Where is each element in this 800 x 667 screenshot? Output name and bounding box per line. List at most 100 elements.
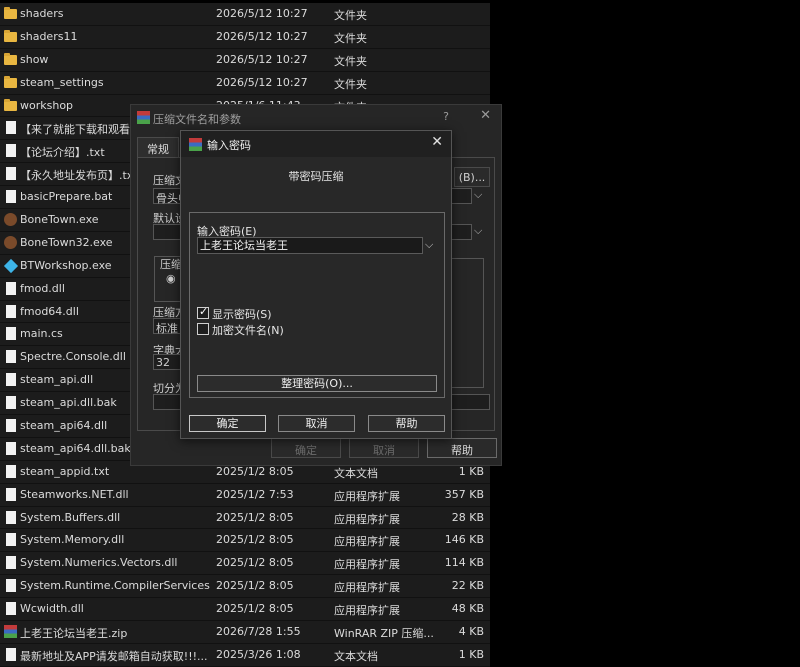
- text-file-icon: [6, 419, 16, 433]
- file-size: 28 KB: [451, 510, 484, 524]
- file-row[interactable]: shaders 2026/5/12 10:27 文件夹: [0, 3, 490, 26]
- file-size: 48 KB: [451, 602, 484, 616]
- close-icon[interactable]: ✕: [480, 108, 491, 123]
- file-name: System.Memory.dll: [20, 533, 125, 547]
- file-name: System.Buffers.dll: [20, 510, 121, 524]
- app-exe-icon: [4, 213, 17, 227]
- archive-name-dropdown[interactable]: [450, 188, 472, 204]
- workshop-exe-icon: [3, 258, 19, 273]
- file-type: 应用程序扩展: [334, 512, 400, 526]
- tab-general[interactable]: 常规: [137, 137, 179, 157]
- text-file-icon: [6, 327, 16, 341]
- split-field[interactable]: [153, 394, 183, 410]
- text-file-icon: [6, 190, 16, 204]
- text-file-icon: [6, 121, 16, 135]
- file-name: 上老王论坛当老王.zip: [20, 627, 128, 641]
- dict-value: 32: [156, 356, 170, 369]
- file-date: 2025/1/2 8:05: [216, 602, 294, 616]
- file-name: shaders: [20, 7, 64, 20]
- file-row[interactable]: 最新地址及APP请发邮箱自动获取!!!... 2025/3/26 1:08 文本文档…: [0, 643, 490, 667]
- text-file-icon: [6, 647, 16, 661]
- file-size: 1 KB: [458, 647, 484, 661]
- app-exe-icon: [4, 235, 17, 249]
- default-profile-field[interactable]: [153, 224, 183, 240]
- file-date: 2025/1/2 8:05: [216, 533, 294, 547]
- show-password-label[interactable]: 显示密码(S): [212, 306, 272, 322]
- encrypt-filenames-checkbox[interactable]: [197, 323, 209, 335]
- archive-cancel-button[interactable]: 取消: [349, 438, 419, 458]
- file-type: 应用程序扩展: [334, 581, 400, 595]
- file-row[interactable]: show 2026/5/12 10:27 文件夹: [0, 48, 490, 72]
- archive-dialog-title: 压缩文件名和参数: [153, 113, 241, 126]
- password-dialog-titlebar: 输入密码 ✕: [181, 131, 451, 157]
- chevron-down-icon: ⌵: [474, 224, 483, 237]
- text-file-icon: [6, 167, 16, 181]
- text-file-icon: [6, 487, 16, 501]
- text-file-icon: [6, 510, 16, 524]
- file-name: Wcwidth.dll: [20, 602, 84, 616]
- file-name: System.Numerics.Vectors.dll: [20, 556, 178, 570]
- file-date: 2025/3/26 1:08: [216, 647, 301, 661]
- encrypt-filenames-label[interactable]: 加密文件名(N): [212, 322, 284, 338]
- file-type: 文本文档: [334, 466, 378, 480]
- folder-icon: [4, 98, 17, 111]
- file-row[interactable]: System.Runtime.CompilerServices.Un... 202…: [0, 575, 490, 599]
- file-size: 114 KB: [444, 556, 484, 570]
- file-name: show: [20, 52, 49, 66]
- ok-button[interactable]: 确定: [189, 415, 266, 432]
- file-row[interactable]: steam_settings 2026/5/12 10:27 文件夹: [0, 71, 490, 95]
- text-file-icon: [6, 350, 16, 364]
- chevron-down-icon[interactable]: ⌵: [425, 238, 433, 252]
- profile-dropdown[interactable]: [450, 224, 472, 240]
- text-file-icon: [6, 441, 16, 455]
- browse-button[interactable]: (B)...: [454, 167, 490, 187]
- cancel-button[interactable]: 取消: [278, 415, 355, 432]
- password-dialog-title: 输入密码: [207, 139, 251, 152]
- radio-icon[interactable]: ◉: [166, 272, 176, 285]
- file-name: Steamworks.NET.dll: [20, 487, 129, 501]
- file-row[interactable]: System.Memory.dll 2025/1/2 8:05 应用程序扩展 146 …: [0, 529, 490, 553]
- folder-icon: [4, 29, 17, 42]
- file-date: 2025/1/2 8:05: [216, 556, 294, 570]
- file-date: 2026/5/12 10:27: [216, 7, 308, 20]
- file-date: 2025/1/2 7:53: [216, 487, 294, 501]
- password-input[interactable]: 上老王论坛当老王: [197, 237, 423, 254]
- file-size: 22 KB: [451, 579, 484, 593]
- text-file-icon: [6, 144, 16, 158]
- text-file-icon: [6, 556, 16, 570]
- text-file-icon: [6, 533, 16, 547]
- organize-passwords-button[interactable]: 整理密码(O)...: [197, 375, 437, 392]
- file-name: System.Runtime.CompilerServices.Un...: [20, 579, 210, 593]
- archive-ok-button[interactable]: 确定: [271, 438, 341, 458]
- file-name: steam_settings: [20, 75, 104, 89]
- file-date: 2026/7/28 1:55: [216, 625, 301, 639]
- file-date: 2025/1/2 8:05: [216, 464, 294, 478]
- file-row[interactable]: Wcwidth.dll 2025/1/2 8:05 应用程序扩展 48 KB: [0, 598, 490, 622]
- file-row[interactable]: Steamworks.NET.dll 2025/1/2 7:53 应用程序扩展 357…: [0, 483, 490, 507]
- show-password-checkbox[interactable]: [197, 305, 209, 319]
- file-type: 文件夹: [334, 31, 367, 45]
- help-button[interactable]: 帮助: [368, 415, 445, 432]
- text-file-icon: [6, 464, 16, 478]
- archive-help-button[interactable]: 帮助: [427, 438, 497, 458]
- file-row[interactable]: System.Numerics.Vectors.dll 2025/1/2 8:05…: [0, 552, 490, 576]
- file-type: 应用程序扩展: [334, 489, 400, 503]
- close-icon[interactable]: ✕: [431, 134, 443, 150]
- format-label: 压缩: [160, 258, 182, 271]
- file-name: steam_appid.txt: [20, 464, 110, 478]
- folder-icon: [4, 52, 17, 65]
- folder-icon: [4, 75, 17, 88]
- text-file-icon: [6, 373, 16, 387]
- file-row[interactable]: 上老王论坛当老王.zip 2026/7/28 1:55 WinRAR ZIP 压缩.…: [0, 621, 490, 644]
- file-size: 357 KB: [444, 487, 484, 501]
- file-type: 应用程序扩展: [334, 604, 400, 618]
- help-icon[interactable]: ?: [443, 110, 449, 123]
- file-date: 2026/5/12 10:27: [216, 29, 308, 43]
- folder-icon: [4, 7, 17, 19]
- file-row[interactable]: System.Buffers.dll 2025/1/2 8:05 应用程序扩展 28 …: [0, 506, 490, 530]
- text-file-icon: [6, 304, 16, 318]
- file-type: WinRAR ZIP 压缩...: [334, 627, 434, 641]
- file-row[interactable]: shaders11 2026/5/12 10:27 文件夹: [0, 25, 490, 49]
- winrar-app-icon: [137, 111, 150, 124]
- file-size: 146 KB: [444, 533, 484, 547]
